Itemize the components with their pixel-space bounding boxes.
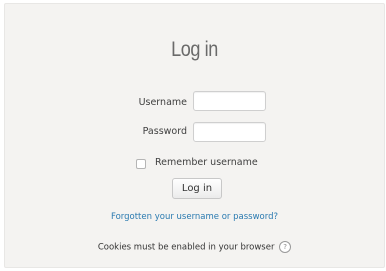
cookies-notice-text: Cookies must be enabled in your browser [97,242,275,253]
remember-username-checkbox[interactable] [136,159,146,169]
page-title: Log in [171,38,218,61]
help-icon[interactable]: ? [279,241,292,253]
password-label: Password [142,126,187,137]
password-input[interactable] [193,122,266,142]
login-panel: Log in Username Password Remember userna… [4,3,385,268]
login-button[interactable]: Log in [172,178,222,199]
remember-username-label[interactable]: Remember username [155,157,258,168]
forgot-password-link[interactable]: Forgotten your username or password? [5,212,384,222]
username-label: Username [138,97,187,108]
username-input[interactable] [193,91,266,111]
cookies-notice: Cookies must be enabled in your browser … [5,241,384,253]
